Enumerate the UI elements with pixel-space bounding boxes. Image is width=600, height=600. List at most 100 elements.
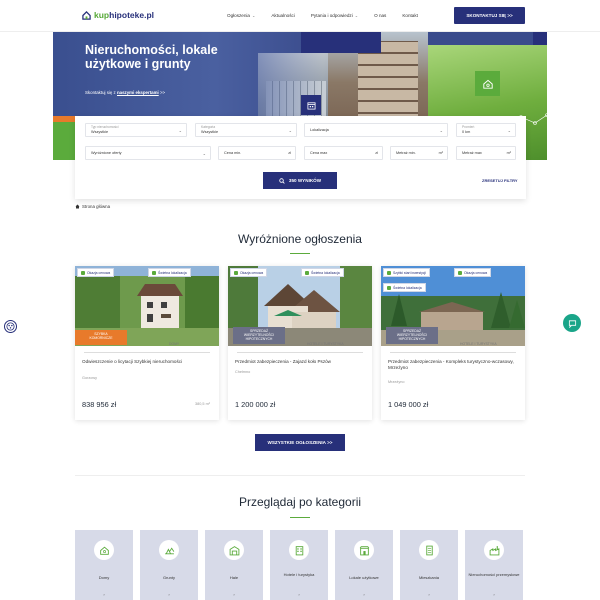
listing-tag: Szybki start inwestycji (383, 268, 430, 277)
category-tile-grunty[interactable]: Grunty › (140, 530, 198, 600)
tag-label: Okazja cenowa (240, 270, 264, 275)
chevron-down-icon: ⌄ (507, 128, 511, 133)
nav-label: Pytania i odpowiedzi (310, 13, 353, 18)
category-tile-lokale[interactable]: Lokale użytkowe › (335, 530, 393, 600)
listing-card[interactable]: Szybki start inwestycji Okazja cenowa Św… (381, 266, 525, 420)
accessibility-icon[interactable] (4, 320, 17, 333)
factory-icon (484, 540, 504, 560)
featured-title-underline (290, 253, 310, 254)
badge-label: SZYBKA KOMORNICZE (89, 332, 113, 340)
listing-card[interactable]: Okazja cenowa Świetna lokalizacja SZYBKA… (75, 266, 219, 420)
listing-tag: Okazja cenowa (230, 268, 268, 277)
listing-price: 1 200 000 zł (235, 400, 276, 409)
field-value: Wszystkie (91, 130, 109, 134)
hero-subtitle: Skontaktuj się z naszymi ekspertami >> (85, 90, 165, 95)
property-type-select[interactable]: Typ nieruchomości Wszystkie ⌄ (85, 123, 187, 137)
category-label: Hotele i turystyka (283, 572, 315, 577)
category-label: Nieruchomości przemysłowe (468, 572, 520, 577)
nav-item-ogloszenia[interactable]: Ogłoszenia ⌄ (227, 13, 255, 18)
radius-select[interactable]: Promień 0 km ⌄ (456, 123, 516, 137)
field-label: Promień (462, 125, 475, 129)
breadcrumb-home-link[interactable]: Strona główna (82, 204, 110, 209)
main-nav: Ogłoszenia ⌄ Aktualności Pytania i odpowi… (227, 13, 434, 18)
category-tile-przemyslowe[interactable]: Nieruchomości przemysłowe › (465, 530, 523, 600)
featured-title: Wyróżnione ogłoszenia (238, 232, 362, 246)
logo-suffix: .pl (144, 10, 154, 20)
search-submit-button[interactable]: 350 WYNIKÓW (263, 172, 337, 189)
chevron-right-icon: › (103, 592, 105, 597)
area-min-input[interactable]: Metraż min. m² (390, 146, 448, 160)
location-input[interactable]: Lokalizacja ⌄ (304, 123, 448, 137)
tag-label: Świetna lokalizacja (311, 270, 340, 275)
section-divider (75, 475, 525, 476)
chevron-down-icon: ⌄ (439, 128, 443, 133)
listing-badge: SPRZEDAŻ WIERZYTELNOŚCI HIPOTECZNYCH (233, 327, 285, 344)
price-min-input[interactable]: Cena min. zł (218, 146, 296, 160)
tag-label: Szybki start inwestycji (393, 270, 426, 275)
featured-offers-select[interactable]: Wyróżnione oferty ⌄ (85, 146, 211, 160)
listing-title: Przedmiot zabezpieczenia - Kompleks tury… (388, 359, 514, 370)
logo[interactable]: kuphipoteke.pl (82, 10, 154, 20)
tag-label: Świetna lokalizacja (158, 270, 187, 275)
listing-tag: Okazja cenowa (454, 268, 492, 277)
chevron-down-icon: ⌄ (202, 151, 206, 156)
tag-label: Okazja cenowa (464, 270, 488, 275)
categories-title-underline (290, 517, 310, 518)
logo-prefix: kup (94, 10, 110, 20)
category-label: Domy (98, 575, 110, 580)
listing-divider (390, 352, 516, 353)
all-listings-button[interactable]: WSZYSTKIE OGŁOSZENIA >> (255, 434, 345, 451)
nav-item-faq[interactable]: Pytania i odpowiedzi ⌄ (311, 13, 358, 18)
listing-divider (237, 352, 363, 353)
tag-icon (152, 270, 156, 275)
reset-filters-link[interactable]: ZRESETUJ FILTRY (482, 178, 518, 183)
category-tile-domy[interactable]: Domy › (75, 530, 133, 600)
tag-icon (387, 270, 391, 275)
field-placeholder: Wyróżnione oferty (91, 151, 122, 155)
field-placeholder: Metraż min. (396, 151, 416, 155)
nav-item-aktualnosci[interactable]: Aktualności (271, 13, 295, 18)
chevron-right-icon: › (363, 592, 365, 597)
listing-title: Przedmiot zabezpieczenia - Zajazd koło P… (235, 359, 332, 364)
category-tile-hotele[interactable]: Hotele i turystyka › (270, 530, 328, 600)
nav-item-kontakt[interactable]: Kontakt (402, 13, 418, 18)
listing-divider (84, 352, 210, 353)
chat-icon[interactable] (563, 314, 581, 332)
field-placeholder: Cena max (310, 151, 328, 155)
hero-title: Nieruchomości, lokale użytkowe i grunty (85, 43, 218, 71)
nav-label: Kontakt (402, 13, 418, 18)
shop-icon (354, 540, 374, 560)
price-max-input[interactable]: Cena max zł (304, 146, 383, 160)
search-submit-label: 350 WYNIKÓW (288, 178, 322, 183)
area-max-input[interactable]: Metraż max m² (456, 146, 516, 160)
chevron-right-icon: › (493, 592, 495, 597)
house-icon (94, 540, 114, 560)
category-label: Hale (229, 575, 239, 580)
logo-main: hipoteke (109, 10, 145, 20)
field-unit: zł (375, 151, 378, 155)
site-header: kuphipoteke.pl Ogłoszenia ⌄ Aktualności P… (0, 0, 600, 32)
hero-subtitle-prefix: Skontaktuj się z (85, 90, 116, 95)
nav-item-o-nas[interactable]: O nas (374, 13, 386, 18)
logo-house-icon (82, 10, 91, 20)
hero-decor-left-green (53, 116, 75, 160)
house-icon (475, 71, 500, 96)
category-select[interactable]: Kategoria Wszystkie ⌄ (195, 123, 297, 137)
contact-button[interactable]: SKONTAKTUJ SIĘ >> (454, 7, 525, 24)
tag-icon (234, 270, 238, 275)
categories-title: Przeglądaj po kategorii (238, 495, 362, 509)
nav-label: Aktualności (271, 13, 295, 18)
hotel-icon (289, 540, 309, 560)
page: { "header": { "logo_prefix": "kup", "log… (0, 0, 600, 600)
category-tile-hale[interactable]: Hale › (205, 530, 263, 600)
field-value: Wszystkie (201, 130, 219, 134)
chevron-down-icon: ⌄ (288, 128, 292, 133)
hero-experts-link[interactable]: naszymi ekspertami (117, 90, 159, 95)
listing-card[interactable]: Okazja cenowa Świetna lokalizacja SPRZED… (228, 266, 372, 420)
chevron-right-icon: › (428, 592, 430, 597)
apartment-icon (419, 540, 439, 560)
listing-area: 380,5 m² (195, 402, 210, 406)
category-tile-mieszkania[interactable]: Mieszkania › (400, 530, 458, 600)
chevron-right-icon: › (298, 592, 300, 597)
hero-decor-block (301, 31, 381, 53)
